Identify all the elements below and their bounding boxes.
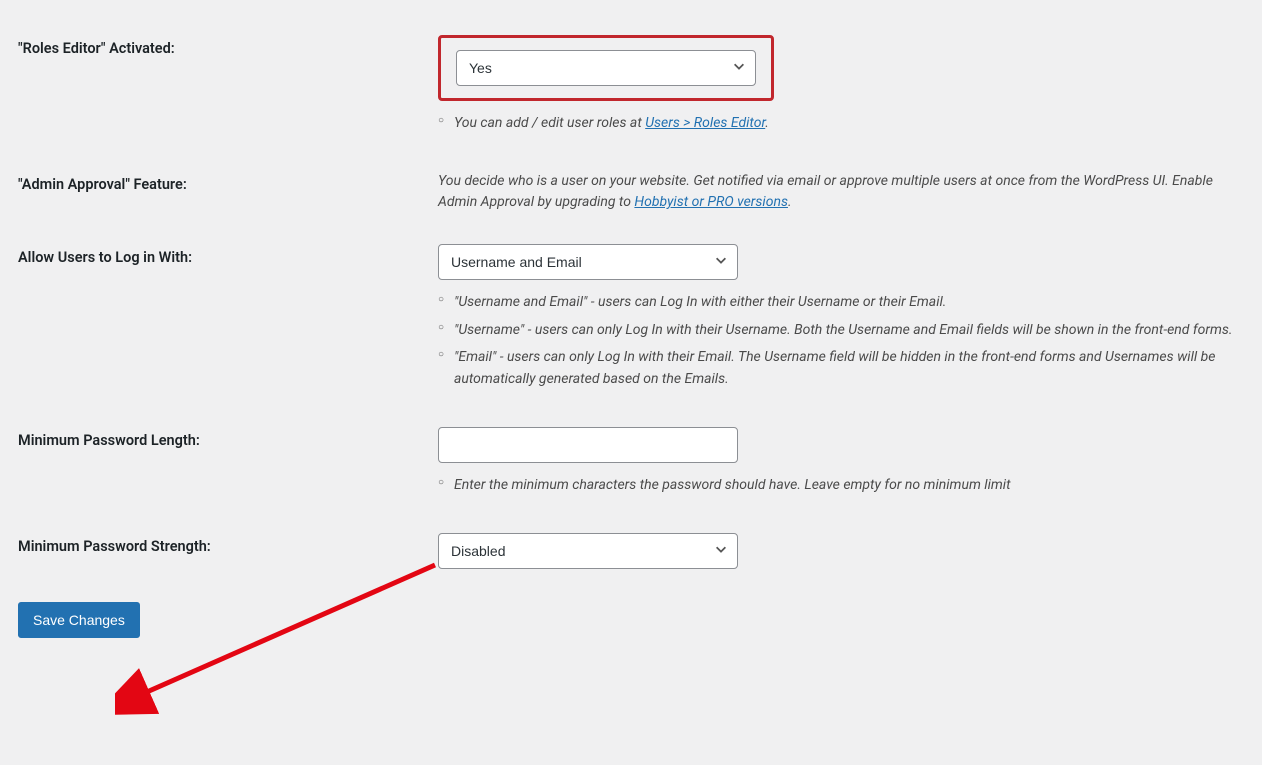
highlight-roles-editor: Yes bbox=[438, 35, 774, 101]
row-roles-editor: "Roles Editor" Activated: Yes You can ad… bbox=[18, 20, 1244, 156]
roles-editor-help: You can add / edit user roles at Users >… bbox=[438, 113, 1234, 135]
min-pwd-length-help: Enter the minimum characters the passwor… bbox=[438, 475, 1234, 497]
label-admin-approval: "Admin Approval" Feature: bbox=[18, 156, 438, 229]
roles-editor-select[interactable]: Yes bbox=[456, 50, 756, 86]
admin-approval-desc: You decide who is a user on your website… bbox=[438, 171, 1228, 214]
label-roles-editor: "Roles Editor" Activated: bbox=[18, 20, 438, 156]
label-min-pwd-strength: Minimum Password Strength: bbox=[18, 518, 438, 584]
min-pwd-length-input[interactable] bbox=[438, 427, 738, 463]
login-with-select[interactable]: Username and Email bbox=[438, 244, 738, 280]
roles-editor-link[interactable]: Users > Roles Editor bbox=[645, 115, 765, 131]
save-changes-button[interactable]: Save Changes bbox=[18, 602, 140, 638]
min-pwd-strength-select[interactable]: Disabled bbox=[438, 533, 738, 569]
row-min-pwd-strength: Minimum Password Strength: Disabled bbox=[18, 518, 1244, 584]
label-login-with: Allow Users to Log in With: bbox=[18, 229, 438, 412]
login-with-help-1: "Username and Email" - users can Log In … bbox=[438, 292, 1234, 314]
row-login-with: Allow Users to Log in With: Username and… bbox=[18, 229, 1244, 412]
label-min-pwd-length: Minimum Password Length: bbox=[18, 412, 438, 518]
row-admin-approval: "Admin Approval" Feature: You decide who… bbox=[18, 156, 1244, 229]
row-min-pwd-length: Minimum Password Length: Enter the minim… bbox=[18, 412, 1244, 518]
login-with-help-3: "Email" - users can only Log In with the… bbox=[438, 347, 1234, 390]
login-with-help-2: "Username" - users can only Log In with … bbox=[438, 320, 1234, 342]
admin-approval-link[interactable]: Hobbyist or PRO versions bbox=[634, 194, 788, 210]
